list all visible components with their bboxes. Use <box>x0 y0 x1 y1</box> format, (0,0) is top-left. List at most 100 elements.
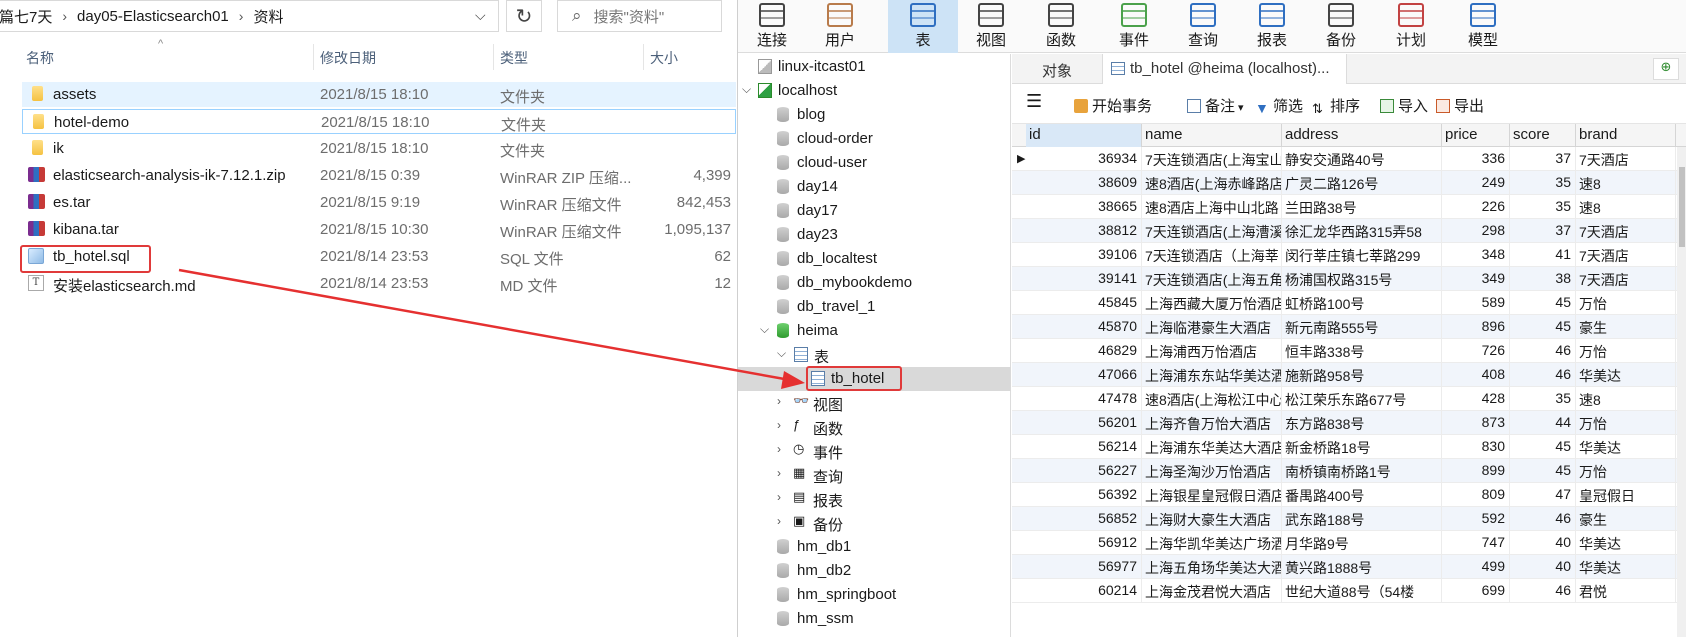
refresh-button[interactable]: ↻ <box>506 0 542 32</box>
grid-cell[interactable]: 黄兴路1888号 <box>1282 555 1442 578</box>
toolbar-plug-button[interactable]: 连接 <box>738 0 806 53</box>
table-row[interactable]: 56392 上海银星皇冠假日酒店 番禺路400号 809 47 皇冠假日 <box>1012 483 1686 507</box>
toolbar-glasses-button[interactable]: 视图 <box>956 0 1026 53</box>
tree-folder[interactable]: › ▤ 报表 <box>738 487 1011 511</box>
chevron-right-icon[interactable]: › <box>777 442 781 456</box>
table-row[interactable]: ▶ 36934 7天连锁酒店(上海宝山 静安交通路40号 336 37 7天酒店 <box>1012 147 1686 171</box>
tree-folder[interactable]: › 👓 视图 <box>738 391 1011 415</box>
toolbar-table-button[interactable]: 表 <box>888 0 958 53</box>
grid-cell[interactable]: 45 <box>1510 315 1576 338</box>
grid-cell[interactable]: 君悦 <box>1576 579 1676 602</box>
grid-cell[interactable]: 38665 <box>1026 195 1142 218</box>
table-row[interactable]: 47478 速8酒店(上海松江中心 松江荣乐东路677号 428 35 速8 <box>1012 387 1686 411</box>
grid-cell[interactable]: 36934 <box>1026 147 1142 170</box>
column-divider[interactable] <box>493 44 494 70</box>
column-divider[interactable] <box>313 44 314 70</box>
grid-cell[interactable]: 873 <box>1442 411 1510 434</box>
grid-cell[interactable]: 46 <box>1510 507 1576 530</box>
grid-cell[interactable]: 899 <box>1442 459 1510 482</box>
file-row[interactable]: T 安装elasticsearch.md 2021/8/14 23:53 MD 文件 1… <box>22 271 736 296</box>
tree-database[interactable]: cloud-user <box>738 151 1011 175</box>
grid-cell[interactable]: 月华路9号 <box>1282 531 1442 554</box>
grid-column-brand[interactable]: brand <box>1576 124 1676 147</box>
grid-cell[interactable]: 上海五角场华美达大酒 <box>1142 555 1282 578</box>
table-row[interactable]: 56912 上海华凯华美达广场酒 月华路9号 747 40 华美达 <box>1012 531 1686 555</box>
sort-button[interactable]: ⇅ 排序 <box>1312 95 1360 116</box>
grid-cell[interactable]: 41 <box>1510 243 1576 266</box>
grid-cell[interactable]: 恒丰路338号 <box>1282 339 1442 362</box>
tree-folder[interactable]: › ◷ 事件 <box>738 439 1011 463</box>
table-row[interactable]: 46829 上海浦西万怡酒店 恒丰路338号 726 46 万怡 <box>1012 339 1686 363</box>
vertical-scrollbar[interactable] <box>1677 147 1686 637</box>
table-row[interactable]: 45870 上海临港豪生大酒店 新元南路555号 896 45 豪生 <box>1012 315 1686 339</box>
grid-cell[interactable]: 726 <box>1442 339 1510 362</box>
grid-cell[interactable]: 47066 <box>1026 363 1142 386</box>
grid-cell[interactable]: 徐汇龙华西路315弄58 <box>1282 219 1442 242</box>
grid-cell[interactable]: 广灵二路126号 <box>1282 171 1442 194</box>
column-name[interactable]: 名称 <box>26 48 54 68</box>
grid-cell[interactable]: 虹桥路100号 <box>1282 291 1442 314</box>
tree-connection[interactable]: ⌵ localhost <box>738 79 1011 103</box>
file-row[interactable]: ik 2021/8/15 18:10 文件夹 <box>22 136 736 161</box>
filter-button[interactable]: ▼ 筛选 <box>1255 95 1303 116</box>
table-row[interactable]: 39106 7天连锁酒店（上海莘 闵行莘庄镇七莘路299 348 41 7天酒店 <box>1012 243 1686 267</box>
chevron-right-icon[interactable]: › <box>777 514 781 528</box>
toolbar-backup-button[interactable]: 备份 <box>1306 0 1376 53</box>
file-row[interactable]: elasticsearch-analysis-ik-7.12.1.zip 2021… <box>22 163 736 188</box>
grid-cell[interactable]: 56214 <box>1026 435 1142 458</box>
tree-folder[interactable]: › ƒ 函数 <box>738 415 1011 439</box>
grid-cell[interactable]: 408 <box>1442 363 1510 386</box>
grid-cell[interactable]: 56977 <box>1026 555 1142 578</box>
column-type[interactable]: 类型 <box>500 48 528 68</box>
table-row[interactable]: 38812 7天连锁酒店(上海漕溪 徐汇龙华西路315弄58 298 37 7天酒店 <box>1012 219 1686 243</box>
grid-cell[interactable]: 上海圣淘沙万怡酒店 <box>1142 459 1282 482</box>
grid-cell[interactable]: 46 <box>1510 339 1576 362</box>
grid-cell[interactable]: 上海浦西万怡酒店 <box>1142 339 1282 362</box>
grid-cell[interactable]: 华美达 <box>1576 531 1676 554</box>
grid-cell[interactable]: 豪生 <box>1576 315 1676 338</box>
table-row[interactable]: 56227 上海圣淘沙万怡酒店 南桥镇南桥路1号 899 45 万怡 <box>1012 459 1686 483</box>
toolbar-user-button[interactable]: 用户 <box>806 0 874 53</box>
breadcrumb-item[interactable]: day05-Elasticsearch01 <box>77 8 229 25</box>
tree-folder-tables[interactable]: ⌵ 表 <box>738 343 1011 367</box>
grid-cell[interactable]: 35 <box>1510 387 1576 410</box>
grid-cell[interactable]: 万怡 <box>1576 459 1676 482</box>
grid-cell[interactable]: 44 <box>1510 411 1576 434</box>
toolbar-report-button[interactable]: 报表 <box>1238 0 1306 53</box>
grid-cell[interactable]: 40 <box>1510 531 1576 554</box>
grid-cell[interactable]: 7天酒店 <box>1576 147 1676 170</box>
grid-cell[interactable]: 592 <box>1442 507 1510 530</box>
grid-cell[interactable]: 56912 <box>1026 531 1142 554</box>
grid-cell[interactable]: 华美达 <box>1576 435 1676 458</box>
grid-cell[interactable]: 7天连锁酒店（上海莘 <box>1142 243 1282 266</box>
breadcrumb[interactable]: 篇七7天 › day05-Elasticsearch01 › 资料 ⌵ <box>0 0 499 32</box>
column-size[interactable]: 大小 <box>650 48 678 68</box>
table-row[interactable]: 60214 上海金茂君悦大酒店 世纪大道88号（54楼 699 46 君悦 <box>1012 579 1686 603</box>
grid-cell[interactable]: 南桥镇南桥路1号 <box>1282 459 1442 482</box>
toolbar-schedule-button[interactable]: 计划 <box>1376 0 1446 53</box>
grid-cell[interactable]: 56392 <box>1026 483 1142 506</box>
grid-cell[interactable]: 闵行莘庄镇七莘路299 <box>1282 243 1442 266</box>
tab-tb-hotel[interactable]: tb_hotel @heima (localhost)... <box>1102 54 1347 84</box>
table-row[interactable]: 38609 速8酒店(上海赤峰路店 广灵二路126号 249 35 速8 <box>1012 171 1686 195</box>
grid-cell[interactable]: 39106 <box>1026 243 1142 266</box>
grid-cell[interactable]: 46829 <box>1026 339 1142 362</box>
grid-cell[interactable]: 47 <box>1510 483 1576 506</box>
chevron-down-icon[interactable]: ⌵ <box>742 82 751 97</box>
grid-cell[interactable]: 上海西藏大厦万怡酒店 <box>1142 291 1282 314</box>
grid-cell[interactable]: 新金桥路18号 <box>1282 435 1442 458</box>
grid-cell[interactable]: 35 <box>1510 195 1576 218</box>
chevron-right-icon[interactable]: › <box>777 418 781 432</box>
toolbar-function-button[interactable]: 函数 <box>1026 0 1096 53</box>
menu-icon[interactable]: ☰ <box>1026 91 1042 112</box>
grid-cell[interactable]: 万怡 <box>1576 339 1676 362</box>
chevron-right-icon[interactable]: › <box>777 490 781 504</box>
add-tab-button[interactable]: ⊕ <box>1653 58 1679 80</box>
grid-cell[interactable]: 上海齐鲁万怡大酒店 <box>1142 411 1282 434</box>
tree-database[interactable]: cloud-order <box>738 127 1011 151</box>
breadcrumb-item[interactable]: 篇七7天 <box>0 6 52 27</box>
table-row[interactable]: 56852 上海财大豪生大酒店 武东路188号 592 46 豪生 <box>1012 507 1686 531</box>
grid-cell[interactable]: 45845 <box>1026 291 1142 314</box>
tree-database[interactable]: day17 <box>738 199 1011 223</box>
grid-cell[interactable]: 699 <box>1442 579 1510 602</box>
